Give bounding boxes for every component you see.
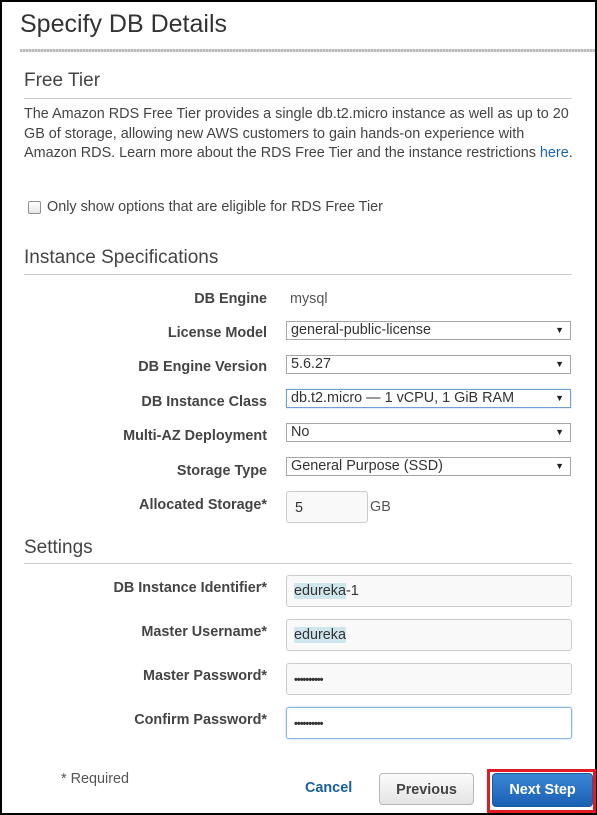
instance-class-select[interactable]: db.t2.micro — 1 vCPU, 1 GiB RAM ▼ xyxy=(286,389,571,408)
identifier-value-highlighted: edureka xyxy=(294,583,347,599)
storage-type-select[interactable]: General Purpose (SSD) ▼ xyxy=(286,457,571,476)
db-engine-value: mysql xyxy=(290,291,328,307)
multi-az-value: No xyxy=(291,424,310,440)
storage-type-value: General Purpose (SSD) xyxy=(291,458,443,474)
allocated-storage-unit: GB xyxy=(370,499,391,515)
instance-class-value: db.t2.micro — 1 vCPU, 1 GiB RAM xyxy=(291,390,515,406)
engine-version-label: DB Engine Version xyxy=(138,359,267,375)
cancel-button[interactable]: Cancel xyxy=(305,780,352,796)
instance-class-label: DB Instance Class xyxy=(141,394,267,410)
chevron-down-icon: ▼ xyxy=(555,427,564,437)
identifier-value-rest: -1 xyxy=(346,583,359,599)
license-model-value: general-public-license xyxy=(291,322,431,338)
required-note: * Required xyxy=(61,771,129,787)
confirm-password-label: Confirm Password* xyxy=(134,712,267,728)
multi-az-label: Multi-AZ Deployment xyxy=(123,428,267,444)
multi-az-select[interactable]: No ▼ xyxy=(286,423,571,442)
instance-specs-heading: Instance Specifications xyxy=(24,247,219,268)
free-tier-checkbox-label: Only show options that are eligible for … xyxy=(47,199,383,215)
confirm-password-value: •••••••••• xyxy=(294,718,323,730)
free-tier-text: The Amazon RDS Free Tier provides a sing… xyxy=(24,106,569,161)
page-frame: Specify DB Details Free Tier The Amazon … xyxy=(0,0,597,815)
chevron-down-icon: ▼ xyxy=(555,461,564,471)
previous-button[interactable]: Previous xyxy=(379,773,474,805)
master-username-input[interactable]: edureka xyxy=(286,619,572,651)
engine-version-select[interactable]: 5.6.27 ▼ xyxy=(286,355,571,374)
db-engine-label: DB Engine xyxy=(194,291,267,307)
title-divider xyxy=(20,49,595,52)
license-model-select[interactable]: general-public-license ▼ xyxy=(286,321,571,340)
next-step-button[interactable]: Next Step xyxy=(492,773,593,807)
free-tier-checkbox[interactable] xyxy=(28,200,41,214)
license-model-label: License Model xyxy=(167,325,267,341)
username-value: edureka xyxy=(294,627,347,643)
free-tier-here-link[interactable]: here xyxy=(540,145,569,161)
engine-version-value: 5.6.27 xyxy=(291,356,332,372)
identifier-label: DB Instance Identifier* xyxy=(113,580,267,596)
free-tier-heading: Free Tier xyxy=(24,70,101,91)
free-tier-description: The Amazon RDS Free Tier provides a sing… xyxy=(24,105,574,164)
password-value: •••••••••• xyxy=(294,674,323,686)
instance-specs-divider xyxy=(24,274,572,275)
allocated-storage-input[interactable]: 5 xyxy=(286,491,368,523)
page-title: Specify DB Details xyxy=(20,10,228,38)
free-tier-only-option[interactable]: Only show options that are eligible for … xyxy=(28,199,383,215)
chevron-down-icon: ▼ xyxy=(555,359,564,369)
password-label: Master Password* xyxy=(143,668,267,684)
free-tier-period: . xyxy=(568,145,573,161)
username-label: Master Username* xyxy=(141,624,267,640)
chevron-down-icon: ▼ xyxy=(555,325,564,335)
free-tier-divider xyxy=(24,98,572,99)
master-password-input[interactable]: •••••••••• xyxy=(286,663,572,695)
settings-heading: Settings xyxy=(24,537,93,558)
chevron-down-icon: ▼ xyxy=(555,393,564,403)
settings-divider xyxy=(24,563,572,564)
allocated-storage-label: Allocated Storage* xyxy=(139,497,267,513)
confirm-password-input[interactable]: •••••••••• xyxy=(286,707,572,739)
db-instance-identifier-input[interactable]: edureka-1 xyxy=(286,575,572,607)
storage-type-label: Storage Type xyxy=(176,463,267,479)
